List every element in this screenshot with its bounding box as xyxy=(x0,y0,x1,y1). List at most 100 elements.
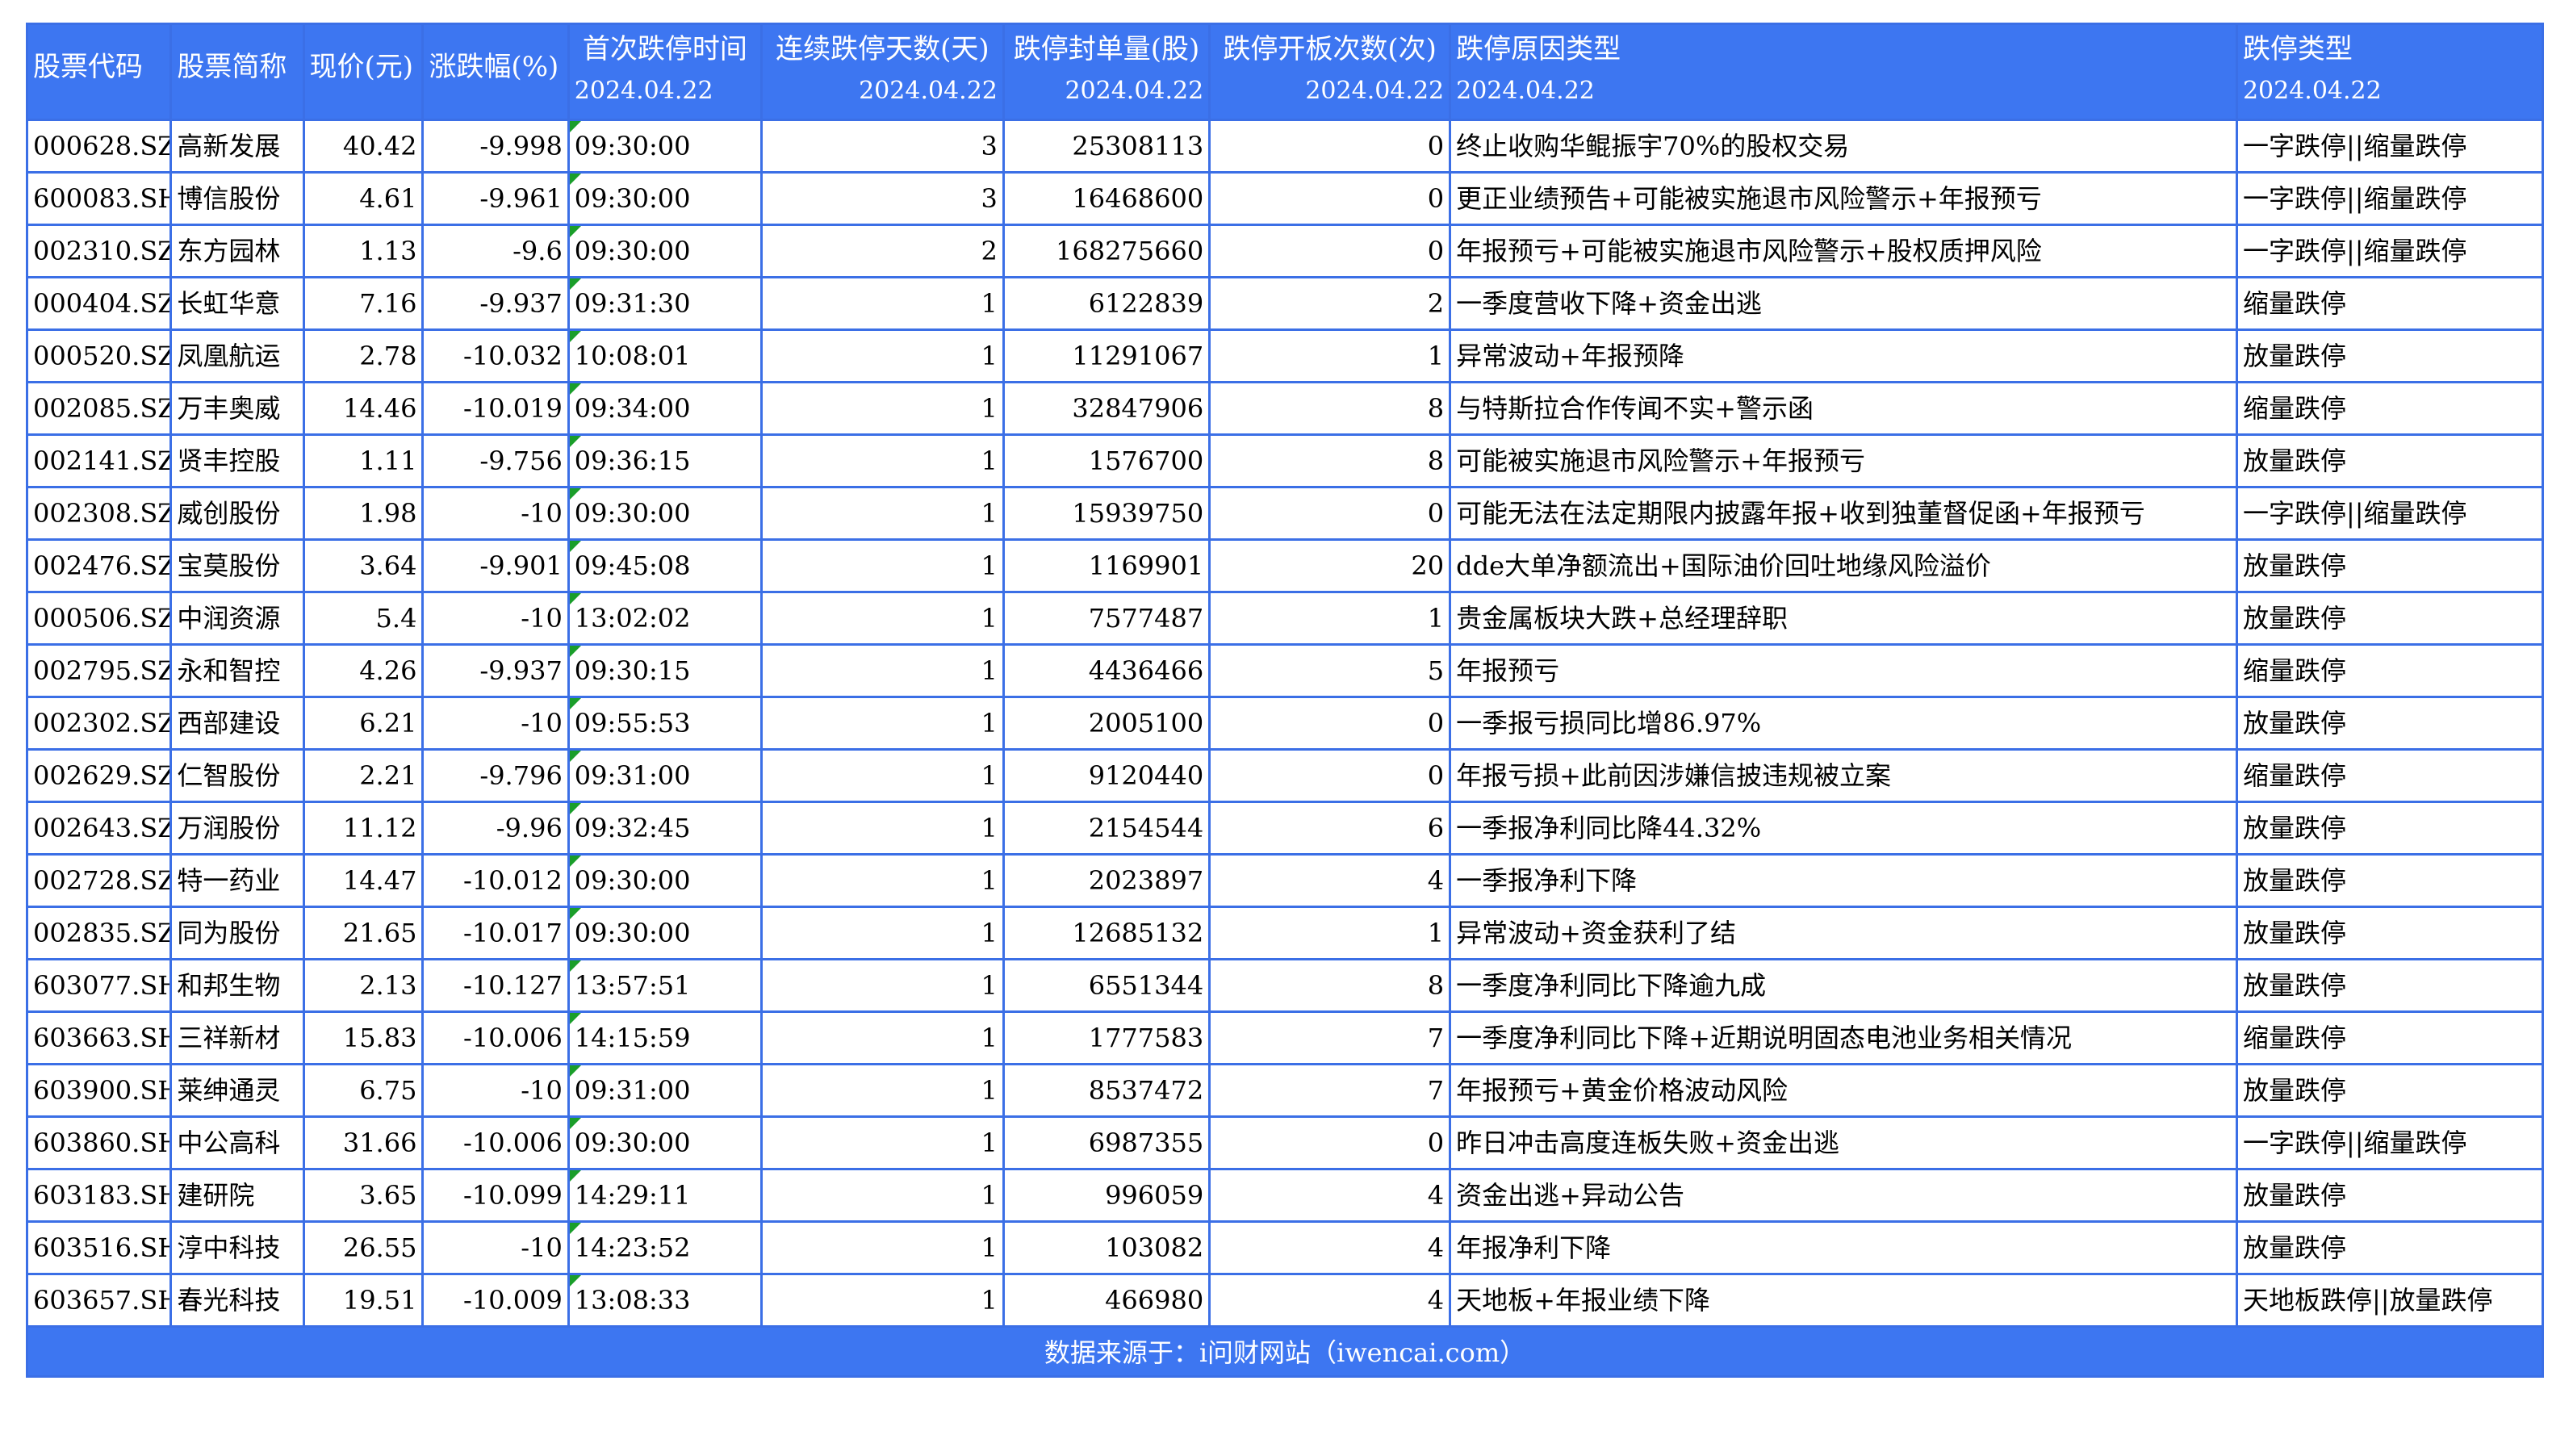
cell-seal: 1777583 xyxy=(1002,1010,1211,1065)
cell-code: 002795.SZ xyxy=(25,643,173,698)
cell-name: 万丰奥威 xyxy=(169,381,305,436)
cell-type: 放量跌停 xyxy=(2235,853,2545,908)
table-header: 股票代码 股票简称 现价(元) 涨跌幅(%) 首次跌停时间 2024.04.22… xyxy=(25,23,2545,121)
cell-price: 21.65 xyxy=(302,906,425,960)
cell-code: 002629.SZ xyxy=(25,748,173,803)
cell-first-time: 09:31:30 xyxy=(567,276,763,331)
cell-reason: 年报预亏+可能被实施退市风险警示+股权质押风险 xyxy=(1449,224,2238,278)
cell-text: 09:34:00 xyxy=(574,393,691,424)
cell-first-time: 09:30:00 xyxy=(567,224,763,278)
cell-change: -10.127 xyxy=(421,958,570,1013)
table-row: 002302.SZ 西部建设 6.21 -10 09:55:53 1 2005100 0 一季报… xyxy=(25,696,2545,751)
cell-days: 1 xyxy=(759,853,1005,908)
cell-text: 14:15:59 xyxy=(574,1023,691,1053)
cell-flag-icon xyxy=(571,384,581,395)
cell-code: 603663.SH xyxy=(25,1010,173,1065)
cell-text: 09:30:00 xyxy=(574,236,691,266)
cell-reason: 年报预亏+黄金价格波动风险 xyxy=(1449,1063,2238,1118)
cell-name: 莱绅通灵 xyxy=(169,1063,305,1118)
cell-text: 13:08:33 xyxy=(574,1285,691,1316)
cell-opens: 8 xyxy=(1208,958,1452,1013)
cell-name: 高新发展 xyxy=(169,119,305,174)
cell-seal: 168275660 xyxy=(1002,224,1211,278)
col-date: 2024.04.22 xyxy=(1456,77,1595,105)
cell-days: 1 xyxy=(759,538,1005,593)
cell-name: 建研院 xyxy=(169,1168,305,1223)
cell-type: 缩量跌停 xyxy=(2235,643,2545,698)
table-row: 603516.SH 淳中科技 26.55 -10 14:23:52 1 103082 4 年报净… xyxy=(25,1220,2545,1275)
cell-reason: 异常波动+年报预降 xyxy=(1449,328,2238,383)
cell-days: 1 xyxy=(759,748,1005,803)
cell-flag-icon xyxy=(571,122,581,132)
cell-change: -9.796 xyxy=(421,748,570,803)
cell-text: 09:55:53 xyxy=(574,708,691,738)
cell-reason: 与特斯拉合作传闻不实+警示函 xyxy=(1449,381,2238,436)
cell-days: 1 xyxy=(759,1220,1005,1275)
col-date: 2024.04.22 xyxy=(859,77,998,105)
cell-days: 1 xyxy=(759,906,1005,960)
cell-change: -10 xyxy=(421,486,570,541)
cell-reason: 年报净利下降 xyxy=(1449,1220,2238,1275)
cell-reason: 昨日冲击高度连板失败+资金出逃 xyxy=(1449,1115,2238,1170)
cell-seal: 8537472 xyxy=(1002,1063,1211,1118)
cell-price: 26.55 xyxy=(302,1220,425,1275)
cell-code: 000506.SZ xyxy=(25,591,173,646)
cell-first-time: 09:30:00 xyxy=(567,853,763,908)
cell-flag-icon xyxy=(571,227,581,237)
cell-change: -9.937 xyxy=(421,643,570,698)
cell-type: 放量跌停 xyxy=(2235,696,2545,751)
cell-first-time: 09:30:00 xyxy=(567,119,763,174)
cell-reason: 可能无法在法定期限内披露年报+收到独董督促函+年报预亏 xyxy=(1449,486,2238,541)
cell-code: 603860.SH xyxy=(25,1115,173,1170)
cell-type: 一字跌停||缩量跌停 xyxy=(2235,224,2545,278)
cell-seal: 103082 xyxy=(1002,1220,1211,1275)
cell-type: 天地板跌停||放量跌停 xyxy=(2235,1273,2545,1328)
cell-opens: 6 xyxy=(1208,801,1452,856)
cell-name: 长虹华意 xyxy=(169,276,305,331)
cell-days: 1 xyxy=(759,1168,1005,1223)
cell-type: 缩量跌停 xyxy=(2235,1010,2545,1065)
cell-price: 2.78 xyxy=(302,328,425,383)
cell-change: -10.006 xyxy=(421,1010,570,1065)
cell-name: 万润股份 xyxy=(169,801,305,856)
cell-days: 1 xyxy=(759,1115,1005,1170)
cell-text: 09:31:30 xyxy=(574,288,691,319)
cell-reason: 可能被实施退市风险警示+年报预亏 xyxy=(1449,433,2238,488)
table-row: 603900.SH 莱绅通灵 6.75 -10 09:31:00 1 8537472 7 年报预… xyxy=(25,1063,2545,1118)
cell-first-time: 13:57:51 xyxy=(567,958,763,1013)
col-header-change: 涨跌幅(%) xyxy=(421,23,570,121)
cell-reason: 终止收购华鲲振宇70%的股权交易 xyxy=(1449,119,2238,174)
table-row: 002141.SZ 贤丰控股 1.11 -9.756 09:36:15 1 1576700 8… xyxy=(25,433,2545,488)
cell-name: 贤丰控股 xyxy=(169,433,305,488)
cell-seal: 15939750 xyxy=(1002,486,1211,541)
col-title: 跌停开板次数(次) xyxy=(1223,33,1437,65)
cell-name: 东方园林 xyxy=(169,224,305,278)
table-row: 002835.SZ 同为股份 21.65 -10.017 09:30:00 1 126851… xyxy=(25,906,2545,960)
cell-change: -9.901 xyxy=(421,538,570,593)
cell-first-time: 09:30:00 xyxy=(567,486,763,541)
cell-first-time: 14:15:59 xyxy=(567,1010,763,1065)
cell-first-time: 09:30:00 xyxy=(567,171,763,226)
cell-flag-icon xyxy=(571,646,581,657)
cell-days: 1 xyxy=(759,276,1005,331)
cell-flag-icon xyxy=(571,1276,581,1287)
col-title: 首次跌停时间 xyxy=(582,33,747,65)
cell-change: -10 xyxy=(421,591,570,646)
cell-first-time: 10:08:01 xyxy=(567,328,763,383)
cell-flag-icon xyxy=(571,437,581,447)
col-title: 跌停封单量(股) xyxy=(1013,33,1200,65)
cell-text: 13:02:02 xyxy=(574,603,691,634)
cell-name: 中公高科 xyxy=(169,1115,305,1170)
cell-flag-icon xyxy=(571,1119,581,1129)
cell-type: 放量跌停 xyxy=(2235,328,2545,383)
cell-opens: 4 xyxy=(1208,1220,1452,1275)
cell-flag-icon xyxy=(571,279,581,290)
limit-down-table: 股票代码 股票简称 现价(元) 涨跌幅(%) 首次跌停时间 2024.04.22… xyxy=(25,23,2545,1328)
col-date: 2024.04.22 xyxy=(1305,77,1445,105)
table-row: 603077.SH 和邦生物 2.13 -10.127 13:57:51 1 6551344… xyxy=(25,958,2545,1013)
cell-flag-icon xyxy=(571,1014,581,1024)
cell-seal: 16468600 xyxy=(1002,171,1211,226)
cell-text: 09:30:00 xyxy=(574,183,691,214)
cell-change: -10 xyxy=(421,1220,570,1275)
cell-name: 和邦生物 xyxy=(169,958,305,1013)
